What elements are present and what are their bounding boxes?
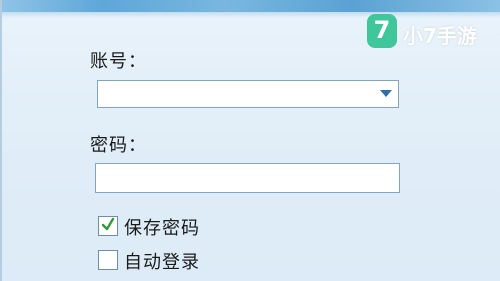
watermark: 7 小7手游 [367,14,497,52]
auto-login-checkbox[interactable] [98,250,118,270]
account-label: 账号： [90,51,147,72]
save-password-checkbox[interactable] [98,216,118,236]
login-panel: 账号： 密码： 保存密码 自动登录 7 小7手游 [0,0,500,281]
save-password-label[interactable]: 保存密码 [124,214,200,240]
watermark-text: 小7手游 [403,24,477,48]
account-combobox[interactable] [97,80,399,108]
account-dropdown-button[interactable] [370,81,398,107]
chevron-down-icon [380,90,392,97]
checkmark-icon [102,217,114,231]
password-label: 密码： [90,135,147,156]
watermark-logo-icon: 7 [367,14,397,48]
header-banner [2,0,500,18]
account-input[interactable] [98,81,366,107]
auto-login-label[interactable]: 自动登录 [124,248,200,274]
password-input[interactable] [95,163,400,193]
watermark-logo-glyph: 7 [373,16,391,44]
